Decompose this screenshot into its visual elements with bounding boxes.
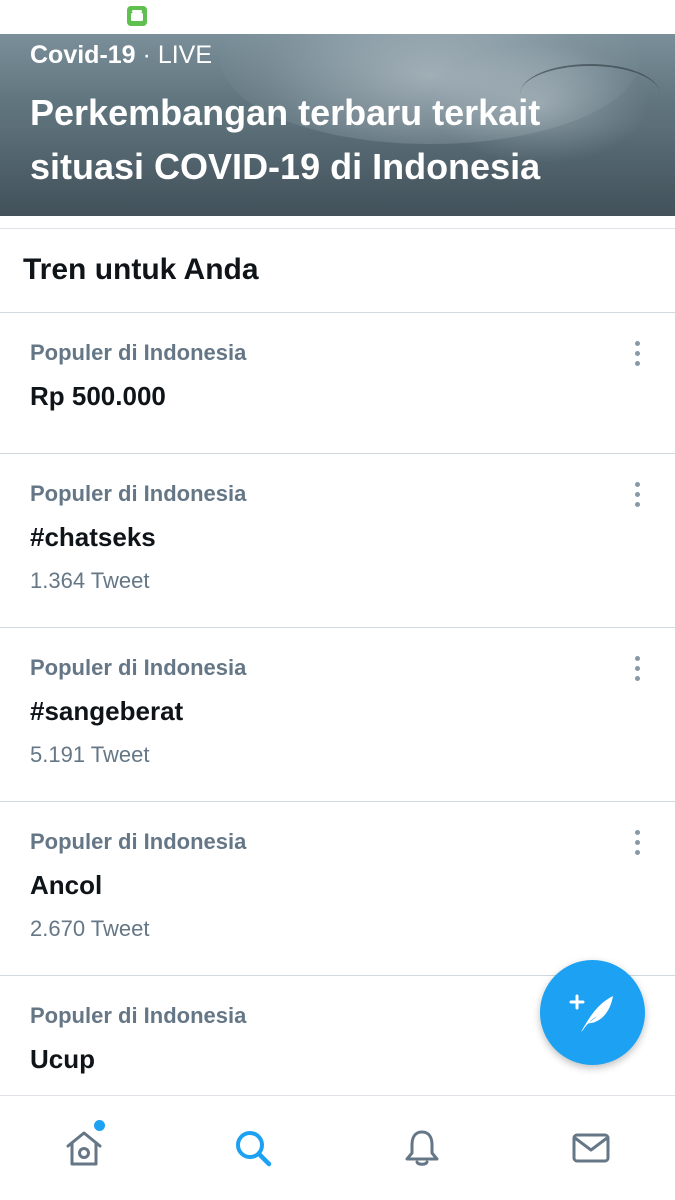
trend-item[interactable]: Populer di Indonesia #sangeberat 5.191 T… (0, 628, 675, 802)
trend-item[interactable]: Populer di Indonesia #chatseks 1.364 Twe… (0, 454, 675, 628)
compose-tweet-icon (569, 994, 613, 1032)
trend-tweet-count: 2.670 Tweet (30, 916, 150, 941)
more-options-icon[interactable] (626, 830, 648, 860)
trend-context: Populer di Indonesia (30, 481, 247, 506)
trend-name: Ucup (30, 1044, 95, 1074)
home-notification-dot (94, 1120, 105, 1131)
nav-messages[interactable] (507, 1096, 675, 1200)
trend-context: Populer di Indonesia (30, 829, 247, 854)
trend-name: Rp 500.000 (30, 381, 166, 411)
nav-notifications[interactable] (338, 1096, 506, 1200)
trend-item[interactable]: Populer di Indonesia Ancol 2.670 Tweet (0, 802, 675, 976)
section-divider (0, 216, 675, 229)
messages-envelope-icon (572, 1133, 610, 1163)
trend-context: Populer di Indonesia (30, 340, 247, 365)
nav-search[interactable] (169, 1096, 337, 1200)
trend-context: Populer di Indonesia (30, 1003, 247, 1028)
trends-section-header: Tren untuk Anda (0, 229, 675, 313)
bottom-navigation (0, 1095, 675, 1200)
trend-item[interactable]: Populer di Indonesia Rp 500.000 (0, 313, 675, 454)
banner-title: Perkembangan terbaru terkait situasi COV… (30, 92, 541, 187)
trend-name: Ancol (30, 870, 103, 900)
more-options-icon[interactable] (626, 656, 648, 686)
banner-category: Covid-19 (30, 41, 136, 69)
trend-tweet-count: 1.364 Tweet (30, 568, 150, 593)
compose-tweet-button[interactable] (540, 960, 645, 1065)
more-options-icon[interactable] (626, 482, 648, 512)
trend-context: Populer di Indonesia (30, 655, 247, 680)
more-options-icon[interactable] (626, 341, 648, 371)
notifications-bell-icon (405, 1130, 439, 1166)
trend-tweet-count: 5.191 Tweet (30, 742, 150, 767)
banner-separator: · (135, 41, 158, 69)
home-icon (66, 1131, 102, 1166)
banner-live-label: LIVE (157, 41, 213, 69)
banner-meta: Covid-19 · LIVE (30, 41, 212, 70)
section-title: Tren untuk Anda (23, 253, 259, 286)
search-icon (236, 1131, 272, 1167)
trend-name: #chatseks (30, 522, 156, 552)
nav-home[interactable] (0, 1096, 168, 1200)
status-bar (0, 0, 675, 34)
android-notification-icon (127, 6, 147, 26)
trend-name: #sangeberat (30, 696, 184, 726)
covid-banner[interactable]: Covid-19 · LIVE Perkembangan terbaru ter… (0, 34, 675, 216)
